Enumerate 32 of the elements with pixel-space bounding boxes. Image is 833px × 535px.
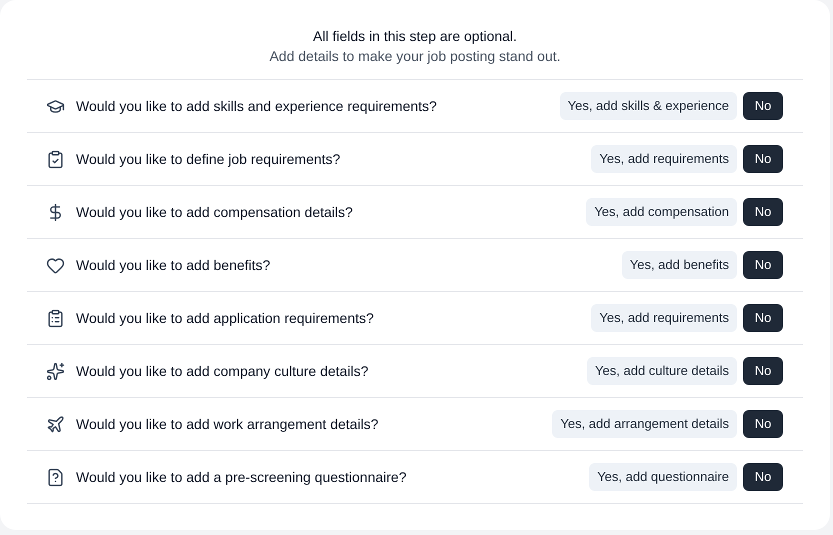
question-text: Would you like to add work arrangement details? bbox=[76, 415, 380, 434]
plane-icon bbox=[46, 414, 65, 434]
question-text: Would you like to add company culture details? bbox=[76, 362, 370, 381]
yes-button[interactable]: Yes, add skills & experience bbox=[560, 92, 737, 120]
no-button[interactable]: No bbox=[743, 145, 783, 173]
question-file-icon bbox=[46, 468, 65, 486]
no-button[interactable]: No bbox=[743, 410, 783, 438]
clipboard-check-icon bbox=[46, 150, 65, 168]
yes-button[interactable]: Yes, add compensation bbox=[586, 198, 737, 226]
question-text: Would you like to define job requirements? bbox=[76, 150, 342, 169]
step-title: All fields in this step are optional. bbox=[313, 27, 517, 46]
no-button[interactable]: No bbox=[743, 198, 783, 226]
sparkles-icon bbox=[46, 362, 65, 380]
question-text: Would you like to add a pre-screening questionnaire? bbox=[76, 468, 408, 487]
yes-button[interactable]: Yes, add arrangement details bbox=[552, 410, 737, 438]
yes-button[interactable]: Yes, add benefits bbox=[622, 251, 737, 279]
yes-button[interactable]: Yes, add questionnaire bbox=[589, 463, 737, 491]
step-subtitle: Add details to make your job posting stand out. bbox=[269, 47, 561, 66]
no-button[interactable]: No bbox=[743, 304, 783, 332]
no-button[interactable]: No bbox=[743, 251, 783, 279]
yes-button[interactable]: Yes, add requirements bbox=[591, 145, 737, 173]
question-text: Would you like to add application requirements? bbox=[76, 309, 375, 328]
no-button[interactable]: No bbox=[743, 357, 783, 385]
clipboard-list-icon bbox=[46, 308, 65, 328]
question-text: Would you like to add skills and experience requirements? bbox=[76, 97, 438, 116]
heart-icon bbox=[46, 256, 65, 274]
yes-button[interactable]: Yes, add culture details bbox=[587, 357, 737, 385]
question-text: Would you like to add compensation details? bbox=[76, 203, 354, 222]
no-button[interactable]: No bbox=[743, 463, 783, 491]
yes-button[interactable]: Yes, add requirements bbox=[591, 304, 737, 332]
question-text: Would you like to add benefits? bbox=[76, 256, 272, 275]
no-button[interactable]: No bbox=[743, 92, 783, 120]
